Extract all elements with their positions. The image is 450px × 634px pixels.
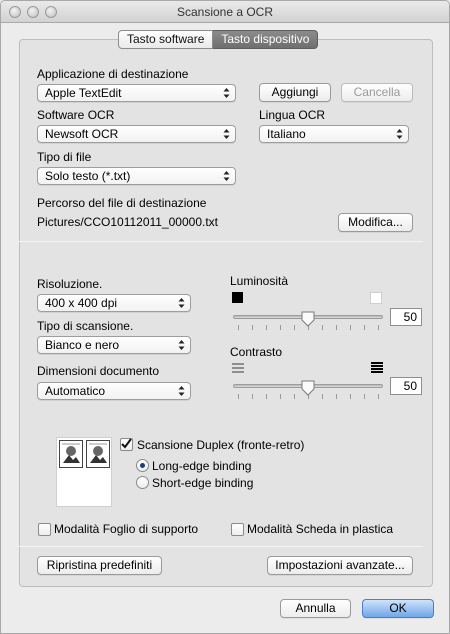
destination-app-select[interactable]: Apple TextEdit (37, 84, 236, 102)
up-down-arrows-icon (223, 129, 230, 139)
file-type-label: Tipo di file (37, 150, 92, 164)
brightness-label: Luminosità (230, 274, 289, 288)
doc-size-value: Automatico (45, 384, 106, 398)
brightness-slider-thumb[interactable] (301, 311, 315, 327)
scan-type-label: Tipo di scansione. (37, 319, 134, 333)
contrast-value-field[interactable]: 50 (390, 377, 422, 395)
modify-path-button[interactable]: Modifica... (338, 213, 413, 232)
ok-button[interactable]: OK (362, 599, 434, 618)
file-type-select[interactable]: Solo testo (*.txt) (37, 167, 236, 185)
delete-button[interactable]: Cancella (341, 83, 413, 102)
long-edge-radio[interactable] (136, 459, 149, 472)
contrast-label: Contrasto (230, 345, 283, 359)
title-bar: Scansione a OCR (1, 1, 449, 23)
window-title: Scansione a OCR (176, 5, 274, 19)
scan-type-value: Bianco e nero (45, 338, 120, 352)
ocr-language-label: Lingua OCR (259, 108, 326, 122)
short-edge-radio[interactable] (136, 476, 149, 489)
up-down-arrows-icon (223, 171, 230, 181)
duplex-preview (56, 437, 112, 507)
carrier-sheet-label: Modalità Foglio di supporto (54, 522, 199, 536)
duplex-checkbox[interactable] (120, 438, 133, 451)
scan-type-select[interactable]: Bianco e nero (37, 336, 191, 354)
tab-software-button[interactable]: Tasto software (118, 30, 214, 49)
duplex-label: Scansione Duplex (fronte-retro) (137, 438, 305, 452)
tab-bar: Tasto software Tasto dispositivo (118, 30, 319, 49)
advanced-settings-button[interactable]: Impostazioni avanzate... (267, 556, 413, 575)
up-down-arrows-icon (178, 340, 185, 350)
back-page-icon (86, 440, 110, 468)
doc-size-label: Dimensioni documento (37, 364, 160, 378)
restore-defaults-button[interactable]: Ripristina predefiniti (37, 556, 162, 575)
file-type-value: Solo testo (*.txt) (45, 169, 131, 183)
resolution-label: Risoluzione. (37, 277, 103, 291)
high-contrast-icon (371, 362, 383, 373)
resolution-value: 400 x 400 dpi (45, 296, 118, 310)
up-down-arrows-icon (178, 298, 185, 308)
plastic-card-label: Modalità Scheda in plastica (247, 522, 394, 536)
ocr-language-value: Italiano (267, 127, 306, 141)
brightness-value-field[interactable]: 50 (390, 308, 422, 326)
up-down-arrows-icon (223, 88, 230, 98)
tab-device-button[interactable]: Tasto dispositivo (213, 30, 319, 49)
section-divider (19, 241, 423, 242)
up-down-arrows-icon (178, 386, 185, 396)
front-page-icon (59, 440, 83, 468)
dest-path-label: Percorso del file di destinazione (37, 196, 207, 210)
add-button[interactable]: Aggiungi (259, 83, 331, 102)
ocr-language-select[interactable]: Italiano (259, 125, 409, 143)
long-edge-label: Long-edge binding (152, 459, 252, 473)
carrier-sheet-checkbox[interactable] (38, 523, 51, 536)
bottom-divider (19, 546, 423, 547)
doc-size-select[interactable]: Automatico (37, 382, 191, 400)
destination-app-label: Applicazione di destinazione (37, 67, 189, 81)
checkmark-icon (121, 438, 132, 449)
dest-path-value: Pictures/CCO10112011_00000.txt (37, 215, 219, 229)
short-edge-label: Short-edge binding (152, 476, 254, 490)
low-contrast-icon (232, 363, 244, 373)
resolution-select[interactable]: 400 x 400 dpi (37, 294, 191, 312)
ocr-software-label: Software OCR (37, 108, 115, 122)
up-down-arrows-icon (396, 129, 403, 139)
light-square-icon (370, 292, 382, 304)
plastic-card-checkbox[interactable] (231, 523, 244, 536)
cancel-button[interactable]: Annulla (280, 599, 351, 618)
contrast-slider-thumb[interactable] (301, 380, 315, 396)
ocr-software-select[interactable]: Newsoft OCR (37, 125, 236, 143)
ocr-software-value: Newsoft OCR (45, 127, 119, 141)
ocr-scan-window: Scansione a OCR Tasto software Tasto dis… (0, 0, 450, 634)
dark-square-icon (232, 292, 243, 303)
destination-app-value: Apple TextEdit (45, 86, 122, 100)
